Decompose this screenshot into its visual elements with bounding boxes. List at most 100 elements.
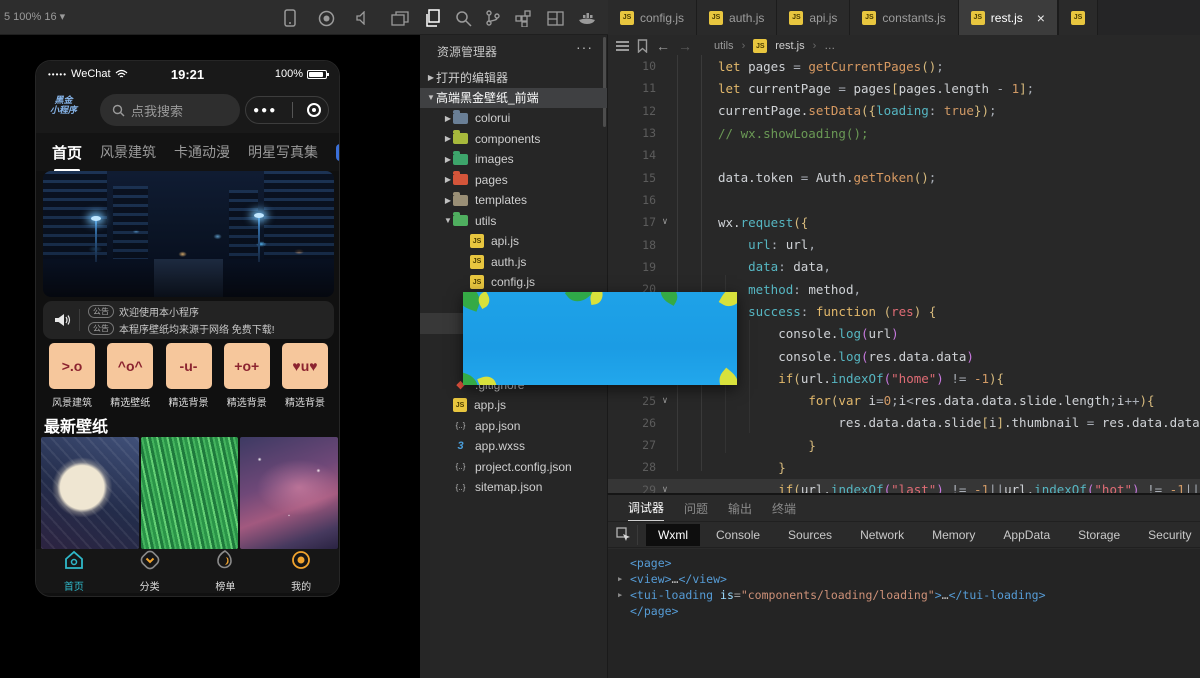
devtools-tab-Console[interactable]: Console: [704, 524, 772, 546]
code-line-29[interactable]: 29∨ if(url.indexOf("last") != -1||url.in…: [608, 479, 1200, 493]
wxml-node[interactable]: ▶<view>…</view>: [618, 571, 1190, 587]
debugger-tab-输出[interactable]: 输出: [728, 496, 752, 521]
extensions-icon[interactable]: [513, 8, 533, 28]
tree-item-project.config.json[interactable]: {..}project.config.json: [420, 457, 607, 478]
category-tile-精选背景[interactable]: ♥u♥精选背景: [282, 343, 328, 409]
tree-item-高端黑金壁纸_前端[interactable]: ▼高端黑金壁纸_前端: [420, 88, 607, 109]
phone-tab-我的[interactable]: 我的: [263, 549, 339, 593]
code-line-14[interactable]: 14: [608, 144, 1200, 166]
category-tile-风景建筑[interactable]: >.o风景建筑: [49, 343, 95, 409]
wallpaper-grass-image[interactable]: [141, 437, 239, 549]
debugger-tab-调试器[interactable]: 调试器: [628, 495, 664, 522]
speaker-icon[interactable]: [354, 8, 374, 28]
code-line-11[interactable]: 11let currentPage = pages[pages.length -…: [608, 77, 1200, 99]
editor-tab-config.js[interactable]: JSconfig.js: [608, 0, 697, 35]
devtools-tab-Memory[interactable]: Memory: [920, 524, 987, 546]
code-line-16[interactable]: 16: [608, 189, 1200, 211]
devtools-tab-AppData[interactable]: AppData: [991, 524, 1062, 546]
search-input[interactable]: 点我搜索: [100, 94, 240, 126]
outline-icon[interactable]: [616, 41, 629, 51]
phone-nav-tab-风景建筑[interactable]: 风景建筑: [100, 142, 156, 162]
layout-icon[interactable]: [545, 8, 565, 28]
tree-item-app.json[interactable]: {..}app.json: [420, 416, 607, 437]
breadcrumb-file[interactable]: rest.js: [775, 40, 804, 52]
code-line-18[interactable]: 18 url: url,: [608, 233, 1200, 255]
code-lines[interactable]: 10let pages = getCurrentPages();11let cu…: [608, 55, 1200, 493]
category-tile-精选背景[interactable]: +o+精选背景: [224, 343, 270, 409]
announcement-bar[interactable]: 公告欢迎使用本小程序公告本程序壁纸均来源于网络 免费下载!: [43, 301, 334, 339]
tree-item-templates[interactable]: ▶templates: [420, 190, 607, 211]
editor-tab-constants.js[interactable]: JSconstants.js: [850, 0, 958, 35]
expand-arrow-icon[interactable]: ▶: [618, 591, 630, 599]
phone-icon[interactable]: [280, 8, 300, 28]
nav-forward-icon[interactable]: →: [678, 38, 692, 54]
phone-tab-首页[interactable]: 首页: [36, 549, 112, 593]
tree-item-打开的编辑器[interactable]: ▶打开的编辑器: [420, 67, 607, 88]
files-icon[interactable]: [423, 8, 443, 28]
search-icon[interactable]: [453, 8, 473, 28]
exit-circle-icon[interactable]: [307, 103, 321, 117]
wxml-node[interactable]: ▶<tui-loading is="components/loading/loa…: [618, 587, 1190, 603]
expand-arrow-icon[interactable]: ▶: [618, 575, 630, 583]
more-dots-icon[interactable]: ●●●: [253, 105, 277, 116]
banner-image[interactable]: [43, 171, 334, 297]
debugger-tab-终端[interactable]: 终端: [772, 496, 796, 521]
code-line-28[interactable]: 28 }: [608, 456, 1200, 478]
code-line-12[interactable]: 12currentPage.setData({loading: true});: [608, 100, 1200, 122]
wxml-tree[interactable]: <page>▶<view>…</view>▶<tui-loading is="c…: [608, 549, 1200, 678]
editor-tab-rest.js[interactable]: JSrest.js×: [959, 0, 1058, 35]
bookmark-icon[interactable]: [637, 39, 648, 53]
wxml-node[interactable]: </page>: [618, 603, 1190, 619]
code-line-15[interactable]: 15data.token = Auth.getToken();: [608, 166, 1200, 188]
category-tile-精选壁纸[interactable]: ^o^精选壁纸: [107, 343, 153, 409]
wallpaper-aurora-image[interactable]: [240, 437, 338, 549]
device-zoom-selector[interactable]: 5 100% 16 ▾: [4, 10, 65, 23]
phone-nav-tab-首页[interactable]: 首页: [52, 142, 82, 163]
tree-item-utils[interactable]: ▼utils: [420, 211, 607, 232]
code-line-26[interactable]: 26 res.data.data.slide[i].thumbnail = re…: [608, 412, 1200, 434]
tree-item-images[interactable]: ▶images: [420, 149, 607, 170]
devtools-tab-Security[interactable]: Security: [1136, 524, 1200, 546]
code-line-25[interactable]: 25∨ for(var i=0;i<res.data.data.slide.le…: [608, 389, 1200, 411]
tree-item-colorui[interactable]: ▶colorui: [420, 108, 607, 129]
tree-item-config.js[interactable]: JSconfig.js: [420, 272, 607, 293]
inspect-element-icon[interactable]: [616, 525, 638, 545]
nav-back-icon[interactable]: ←: [656, 38, 670, 54]
code-line-17[interactable]: 17∨wx.request({: [608, 211, 1200, 233]
breadcrumb-more[interactable]: …: [824, 40, 835, 52]
tree-item-app.js[interactable]: JSapp.js: [420, 395, 607, 416]
devtools-tab-Network[interactable]: Network: [848, 524, 916, 546]
category-tile-精选背景[interactable]: -u-精选背景: [166, 343, 212, 409]
phone-nav-tab-卡通动漫[interactable]: 卡通动漫: [174, 142, 230, 162]
code-line-19[interactable]: 19 data: data,: [608, 256, 1200, 278]
explorer-more-button[interactable]: ···: [576, 39, 593, 55]
tree-item-pages[interactable]: ▶pages: [420, 170, 607, 191]
editor-tab-api.js[interactable]: JSapi.js: [777, 0, 850, 35]
tree-item-api.js[interactable]: JSapi.js: [420, 231, 607, 252]
devtools-tab-Sources[interactable]: Sources: [776, 524, 844, 546]
more-categories-badge[interactable]: • 更多分类 •: [336, 144, 340, 161]
tree-item-auth.js[interactable]: JSauth.js: [420, 252, 607, 273]
wxml-node[interactable]: <page>: [618, 555, 1190, 571]
wallpaper-moon-image[interactable]: [41, 437, 139, 549]
editor-tab-partial[interactable]: JS: [1058, 0, 1098, 35]
whale-icon[interactable]: [577, 8, 597, 28]
phone-tab-榜单[interactable]: 榜单: [188, 549, 264, 593]
code-line-13[interactable]: 13// wx.showLoading();: [608, 122, 1200, 144]
tree-item-app.wxss[interactable]: 3app.wxss: [420, 436, 607, 457]
phone-nav-tab-明星写真集[interactable]: 明星写真集: [248, 142, 318, 162]
devtools-tab-Wxml[interactable]: Wxml: [646, 524, 700, 546]
debugger-tab-问题[interactable]: 问题: [684, 496, 708, 521]
close-tab-icon[interactable]: ×: [1037, 11, 1045, 25]
code-line-27[interactable]: 27 }: [608, 434, 1200, 456]
editor-tab-auth.js[interactable]: JSauth.js: [697, 0, 777, 35]
mini-program-capsule[interactable]: ●●●: [245, 96, 329, 124]
source-control-icon[interactable]: [483, 8, 503, 28]
phone-tab-分类[interactable]: 分类: [112, 549, 188, 593]
window-icon[interactable]: [390, 8, 410, 28]
tree-item-components[interactable]: ▶components: [420, 129, 607, 150]
tree-item-sitemap.json[interactable]: {..}sitemap.json: [420, 477, 607, 498]
devtools-tab-Storage[interactable]: Storage: [1066, 524, 1132, 546]
code-line-10[interactable]: 10let pages = getCurrentPages();: [608, 55, 1200, 77]
breadcrumb-folder[interactable]: utils: [714, 40, 734, 52]
